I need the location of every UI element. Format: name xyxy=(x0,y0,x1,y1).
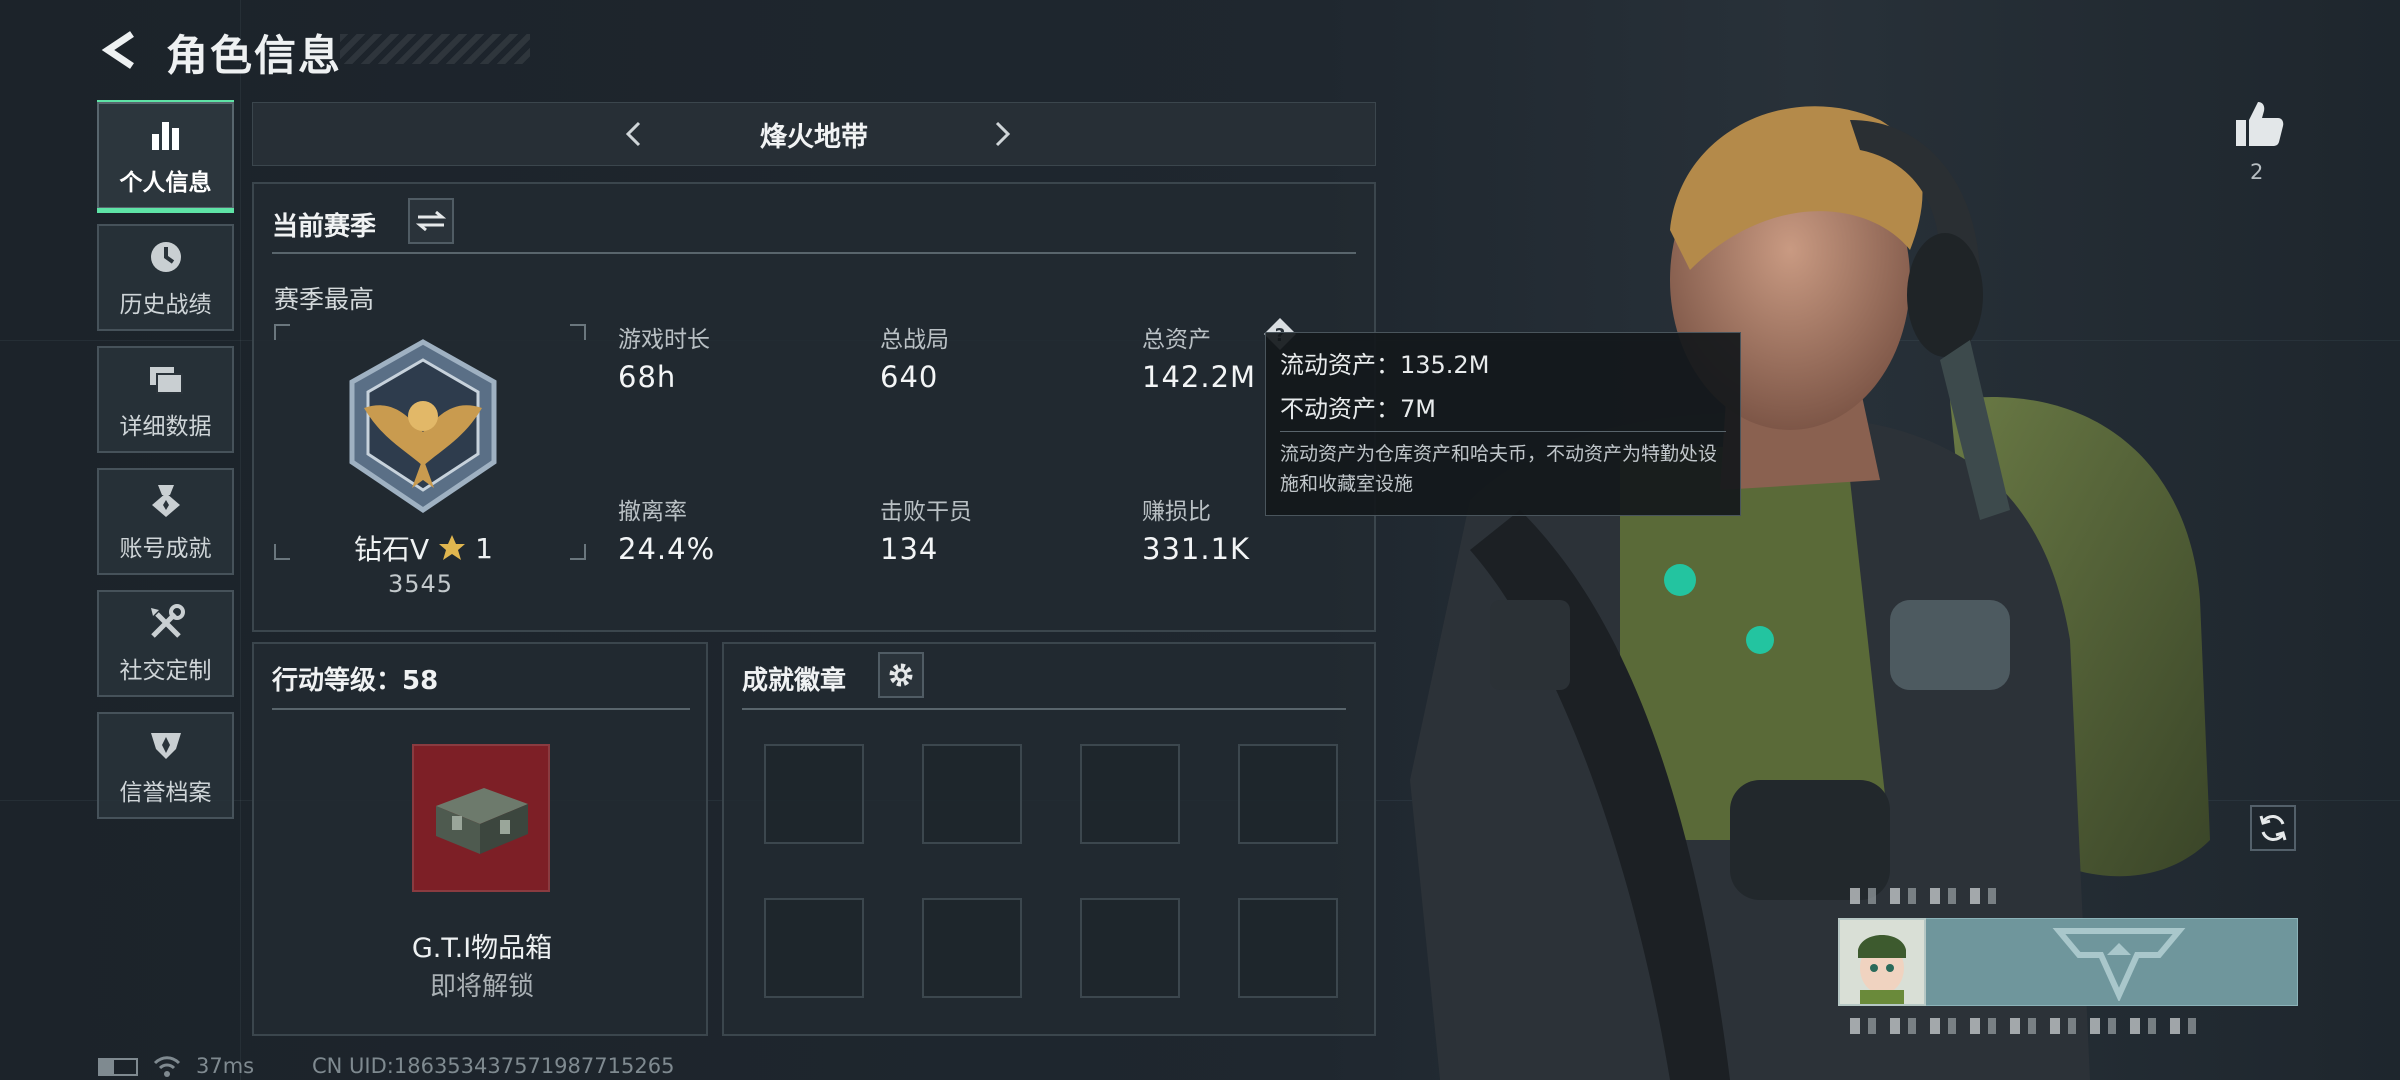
switch-season-button[interactable] xyxy=(408,198,454,244)
battery-icon xyxy=(98,1058,138,1076)
ammo-crate-icon xyxy=(436,788,528,854)
refresh-icon xyxy=(2259,815,2287,841)
sidebar-item-personal-info[interactable]: 个人信息 xyxy=(97,100,234,213)
like-count: 2 xyxy=(2250,160,2264,184)
divider xyxy=(1280,431,1726,432)
cards-icon xyxy=(146,359,186,399)
achievement-slot[interactable] xyxy=(1238,744,1338,844)
achievement-slot[interactable] xyxy=(1080,898,1180,998)
sidebar-item-detailed-data[interactable]: 详细数据 xyxy=(97,346,234,453)
divider xyxy=(742,708,1346,710)
achievements-panel: 成就徽章 xyxy=(722,642,1376,1036)
back-arrow-icon[interactable] xyxy=(98,28,142,72)
achievements-settings-button[interactable] xyxy=(878,652,924,698)
stat-label-kills: 击败干员 xyxy=(880,499,972,525)
mode-name: 烽火地带 xyxy=(760,121,868,153)
sidebar-item-credit-profile[interactable]: 信誉档案 xyxy=(97,712,234,819)
sidebar-item-label: 账号成就 xyxy=(119,535,212,562)
achievement-slot[interactable] xyxy=(922,744,1022,844)
achievement-slot[interactable] xyxy=(1080,744,1180,844)
avatar xyxy=(1838,918,1926,1006)
season-title: 当前赛季 xyxy=(272,212,377,242)
reward-name: G.T.I物品箱 xyxy=(411,933,553,964)
stat-value-profit-loss: 331.1K xyxy=(1142,532,1251,566)
rank-tier: 钻石V xyxy=(354,533,430,566)
title-decoration xyxy=(340,34,530,64)
achievement-slot[interactable] xyxy=(764,898,864,998)
swap-icon xyxy=(416,210,446,232)
reward-status: 即将解锁 xyxy=(429,972,534,1002)
frame-corner xyxy=(570,544,586,560)
frame-corner xyxy=(570,324,586,340)
page-title: 角色信息 xyxy=(166,31,343,80)
star-icon xyxy=(439,535,466,560)
stat-value-total-matches: 640 xyxy=(880,360,939,394)
season-best-label: 赛季最高 xyxy=(274,285,375,314)
rank-name: 钻石V 1 xyxy=(354,528,554,568)
stat-value-playtime: 68h xyxy=(618,360,677,394)
clock-icon xyxy=(146,237,186,277)
sidebar-item-label: 信誉档案 xyxy=(119,779,212,806)
divider xyxy=(272,252,1356,254)
shield-icon xyxy=(146,725,186,765)
action-level-panel: 行动等级：58 G.T.I物品箱 即将解锁 xyxy=(252,642,708,1036)
season-panel: 当前赛季 赛季最高 钻石V 1 3545 游戏时长 68h 总战局 640 总资… xyxy=(252,182,1376,632)
frame-corner xyxy=(274,324,290,340)
sidebar-item-account-achievements[interactable]: 账号成就 xyxy=(97,468,234,575)
rank-badge-icon xyxy=(349,339,497,514)
achievement-slot[interactable] xyxy=(764,744,864,844)
sidebar-item-label: 个人信息 xyxy=(119,169,212,196)
achievement-slot[interactable] xyxy=(922,898,1022,998)
stat-value-kills: 134 xyxy=(880,532,939,566)
gear-icon xyxy=(889,663,913,687)
chevron-right-icon[interactable] xyxy=(987,119,1017,149)
sidebar-item-label: 社交定制 xyxy=(119,657,212,684)
achievements-title: 成就徽章 xyxy=(742,666,847,696)
medal-icon xyxy=(146,481,186,521)
stat-label-profit-loss: 赚损比 xyxy=(1142,499,1211,525)
sidebar-item-social-custom[interactable]: 社交定制 xyxy=(97,590,234,697)
player-name-blurred xyxy=(1850,888,2010,904)
frame-corner xyxy=(274,544,290,560)
rotate-character-button[interactable] xyxy=(2250,805,2296,851)
stat-value-total-assets: 142.2M xyxy=(1142,360,1257,394)
divider xyxy=(272,708,690,710)
stat-label-total-matches: 总战局 xyxy=(880,327,949,353)
stat-label-extract-rate: 撤离率 xyxy=(618,499,687,525)
player-uid: CN UID:18635343757198771526​5 xyxy=(312,1054,675,1078)
mode-selector: 烽火地带 xyxy=(252,102,1376,166)
grid-line xyxy=(240,0,241,1080)
sidebar-item-history[interactable]: 历史战绩 xyxy=(97,224,234,331)
stat-label-playtime: 游戏时长 xyxy=(618,327,710,353)
tooltip-note: 流动资产为仓库资产和哈夫币，不动资产为特勤处设施和收藏室设施 xyxy=(1280,443,1718,495)
stat-label-total-assets: 总资产 xyxy=(1142,327,1211,353)
tools-icon xyxy=(146,603,186,643)
sidebar-item-label: 历史战绩 xyxy=(119,291,212,318)
wifi-icon xyxy=(153,1056,181,1077)
rank-stars: 1 xyxy=(475,531,493,565)
tooltip-fixed-assets: 不动资产：7M xyxy=(1280,395,1436,423)
assets-tooltip: 流动资产：135.2M 不动资产：7M 流动资产为仓库资产和哈夫币，不动资产为特… xyxy=(1265,332,1741,516)
emblem-icon xyxy=(2052,928,2186,1001)
achievement-slot[interactable] xyxy=(1238,898,1338,998)
thumbs-up-icon xyxy=(2236,102,2284,146)
action-level-title: 行动等级：58 xyxy=(272,666,439,696)
ping-readout: 37ms xyxy=(196,1054,255,1078)
stat-value-extract-rate: 24.4% xyxy=(618,532,716,566)
reward-item-box[interactable] xyxy=(412,744,550,892)
chevron-left-icon[interactable] xyxy=(619,119,649,149)
like-button[interactable] xyxy=(2230,96,2290,156)
bar-chart-icon xyxy=(146,115,186,155)
player-info-blurred xyxy=(1850,1018,2210,1034)
tooltip-liquid-assets: 流动资产：135.2M xyxy=(1280,351,1490,379)
sidebar-item-label: 详细数据 xyxy=(119,413,212,440)
rank-points: 3545 xyxy=(388,570,454,598)
